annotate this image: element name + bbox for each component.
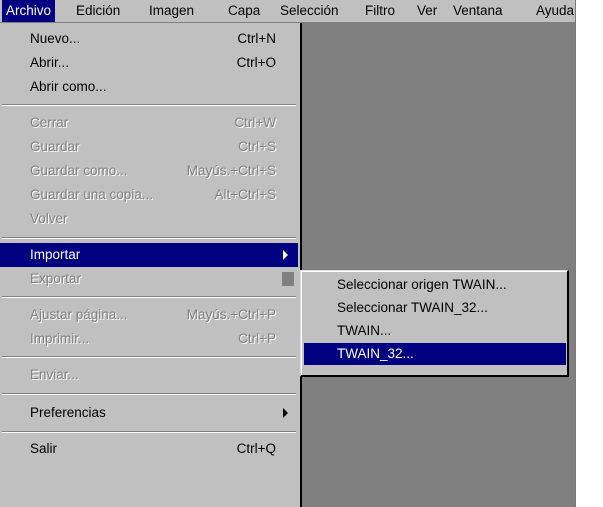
menu-separator: [2, 431, 296, 433]
menu-capa[interactable]: Capa: [224, 0, 264, 22]
menu-item-importar[interactable]: Importar: [0, 243, 298, 267]
menu-archivo[interactable]: Archivo: [2, 0, 56, 22]
menu-item-abrir[interactable]: Abrir... Ctrl+O: [0, 51, 298, 75]
menu-item-exportar: Exportar: [0, 267, 298, 291]
submenu-item-twain[interactable]: TWAIN...: [304, 320, 566, 342]
menu-bar: Archivo Edición Imagen Capa Selección Fi…: [0, 0, 575, 23]
menu-item-salir[interactable]: Salir Ctrl+Q: [0, 437, 298, 461]
menu-edicion[interactable]: Edición: [72, 0, 124, 22]
menu-seleccion[interactable]: Selección: [276, 0, 343, 22]
menu-item-cerrar: Cerrar Ctrl+W: [30, 115, 276, 130]
importar-submenu: Seleccionar origen TWAIN... Seleccionar …: [300, 270, 569, 377]
workspace-area: [300, 23, 575, 507]
menu-ayuda[interactable]: Ayuda: [532, 0, 575, 22]
menu-separator: [2, 296, 296, 298]
menu-imagen[interactable]: Imagen: [145, 0, 198, 22]
menu-separator: [2, 393, 296, 395]
application-window: Archivo Edición Imagen Capa Selección Fi…: [0, 0, 575, 507]
menu-separator: [2, 237, 296, 239]
menu-ver[interactable]: Ver: [413, 0, 441, 22]
submenu-arrow-icon: [282, 272, 294, 286]
menu-item-nuevo[interactable]: Nuevo... Ctrl+N: [0, 27, 298, 51]
menu-item-ajustar-pagina: Ajustar página... Mayús.+Ctrl+P: [30, 307, 276, 322]
archivo-dropdown-menu: Nuevo... Ctrl+N Abrir... Ctrl+O Abrir co…: [0, 23, 302, 507]
menu-item-abrir-como[interactable]: Abrir como...: [0, 75, 298, 99]
submenu-arrow-icon: [283, 250, 288, 260]
menu-separator: [2, 356, 296, 358]
menu-item-imprimir: Imprimir... Ctrl+P: [30, 331, 276, 346]
menu-item-enviar: Enviar...: [30, 367, 79, 382]
submenu-item-seleccionar-origen-twain[interactable]: Seleccionar origen TWAIN...: [304, 274, 566, 296]
menu-item-volver: Volver: [30, 211, 68, 226]
menu-item-guardar: Guardar Ctrl+S: [30, 139, 276, 154]
menu-ventana[interactable]: Ventana: [449, 0, 507, 22]
window-border: [575, 0, 576, 507]
menu-separator: [2, 104, 296, 106]
menu-item-guardar-como: Guardar como... Mayús.+Ctrl+S: [30, 163, 276, 178]
menu-filtro[interactable]: Filtro: [361, 0, 399, 22]
submenu-item-seleccionar-twain32[interactable]: Seleccionar TWAIN_32...: [304, 297, 566, 319]
submenu-arrow-icon: [283, 408, 288, 418]
submenu-item-twain32[interactable]: TWAIN_32...: [304, 343, 566, 365]
menu-item-guardar-copia: Guardar una copia... Alt+Ctrl+S: [30, 187, 276, 202]
menu-item-preferencias[interactable]: Preferencias: [0, 401, 298, 425]
